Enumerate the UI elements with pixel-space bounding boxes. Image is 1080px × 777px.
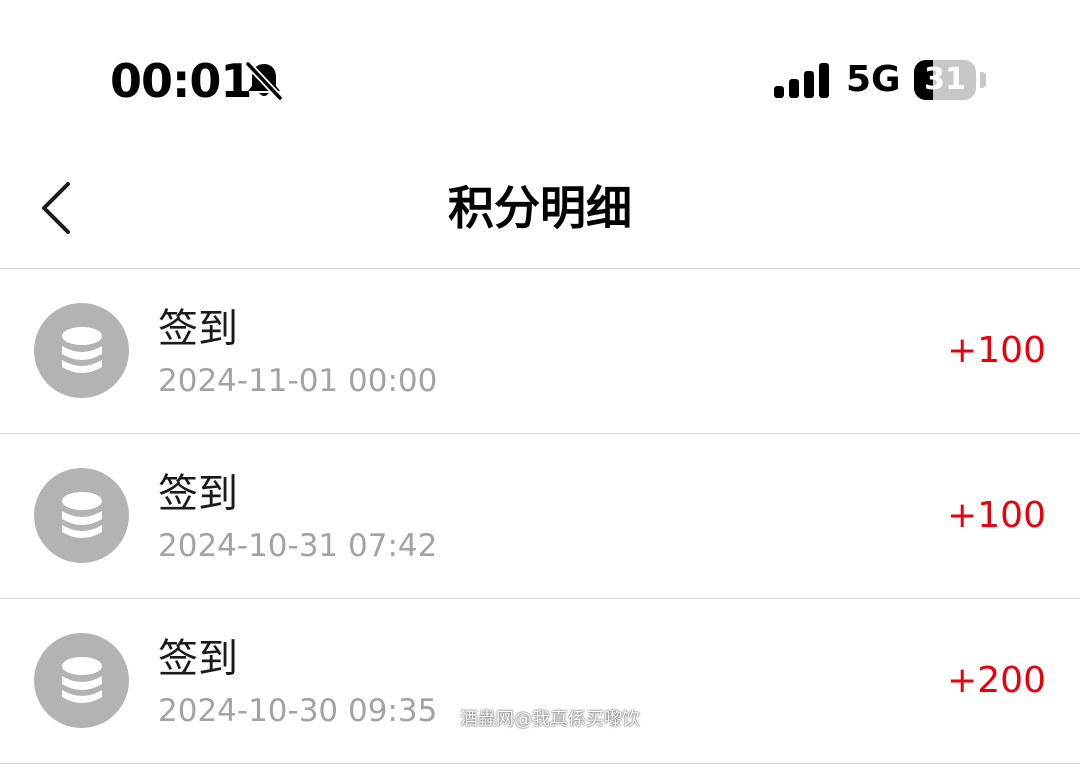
record-time: 2024-11-01 00:00: [158, 363, 438, 399]
signal-icon: [774, 63, 829, 98]
coin-stack-glyph: [62, 657, 102, 703]
status-time: 00:01: [110, 54, 252, 108]
record-title: 签到: [158, 471, 238, 517]
page-title: 积分明细: [448, 181, 632, 235]
coin-stack-glyph: [62, 492, 102, 538]
battery-cap: [980, 72, 986, 88]
record-points: +100: [947, 495, 1046, 536]
battery-icon: 31: [914, 60, 976, 100]
record-time: 2024-10-31 07:42: [158, 528, 438, 564]
record-time: 2024-10-30 09:35: [158, 693, 438, 729]
watermark: 酒蟲网@我真係买嚟饮: [460, 709, 640, 730]
record-points: +100: [947, 330, 1046, 371]
coin-stack-icon: [34, 303, 129, 398]
list-item[interactable]: 签到 2024-11-01 00:00 +100: [0, 269, 1080, 434]
record-title: 签到: [158, 306, 238, 352]
battery-level: 31: [924, 62, 966, 97]
coin-stack-icon: [34, 468, 129, 563]
record-title: 签到: [158, 636, 238, 682]
coin-stack-glyph: [62, 327, 102, 373]
points-record-list: 签到 2024-11-01 00:00 +100 签到 2024-10-31 0…: [0, 269, 1080, 764]
status-bar: 00:01 5G 31: [0, 0, 1080, 150]
list-item[interactable]: 签到 2024-10-30 09:35 +200: [0, 599, 1080, 764]
nav-bar: 积分明细: [0, 150, 1080, 269]
network-type: 5G: [846, 59, 901, 100]
record-points: +200: [947, 660, 1046, 701]
coin-stack-icon: [34, 633, 129, 728]
list-item[interactable]: 签到 2024-10-31 07:42 +100: [0, 434, 1080, 599]
bell-slash-icon: [244, 60, 284, 102]
